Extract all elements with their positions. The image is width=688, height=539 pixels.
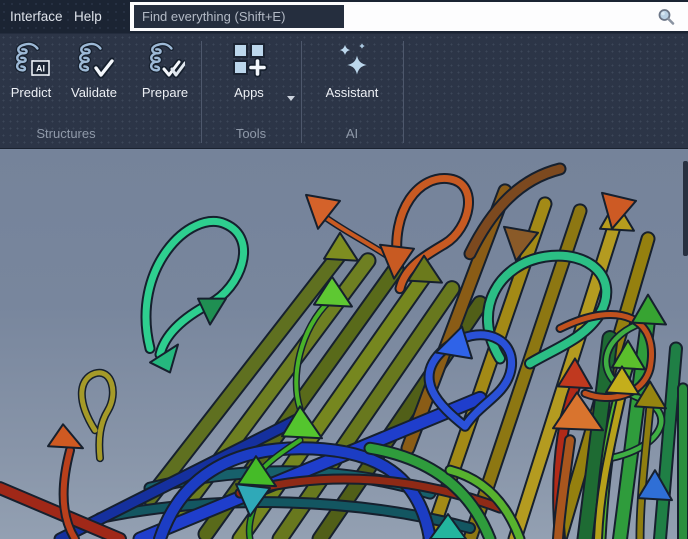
menu-interface[interactable]: Interface	[4, 0, 69, 33]
apps-dropdown-caret-icon[interactable]	[287, 96, 295, 101]
group-separator	[403, 41, 404, 143]
sparkles-icon	[332, 40, 372, 80]
find-everything-bar[interactable]	[130, 2, 688, 31]
menu-help[interactable]: Help	[68, 0, 108, 33]
app-grid-plus-icon	[229, 40, 269, 80]
group-label-tools: Tools	[211, 126, 291, 141]
viewport-scrollbar-thumb[interactable]	[683, 161, 688, 256]
assistant-label: Assistant	[326, 85, 379, 100]
group-label-ai: AI	[316, 126, 388, 141]
predict-label: Predict	[11, 85, 51, 100]
structure-viewport[interactable]	[0, 148, 688, 539]
apps-button[interactable]: Apps	[217, 40, 281, 100]
application-window: Interface Help	[0, 0, 688, 539]
group-separator	[301, 41, 302, 143]
helix-check-icon	[74, 40, 114, 80]
ai-chip: AI	[32, 60, 49, 76]
validate-button[interactable]: Validate	[64, 40, 124, 100]
helix-ai-chip-icon: AI	[11, 40, 51, 80]
predict-button[interactable]: AI Predict	[2, 40, 60, 100]
search-icon[interactable]	[656, 7, 676, 27]
apps-label: Apps	[234, 85, 264, 100]
svg-text:AI: AI	[36, 64, 45, 74]
ribbon-toolbar: AI Predict Validate Prepare	[0, 33, 688, 148]
group-separator	[201, 41, 202, 143]
helix-double-check-icon	[145, 40, 185, 80]
validate-label: Validate	[71, 85, 117, 100]
prepare-button[interactable]: Prepare	[134, 40, 196, 100]
search-input[interactable]	[134, 5, 344, 28]
group-label-structures: Structures	[26, 126, 106, 141]
assistant-button[interactable]: Assistant	[316, 40, 388, 100]
prepare-label: Prepare	[142, 85, 188, 100]
protein-ribbon-cartoon	[0, 149, 688, 539]
